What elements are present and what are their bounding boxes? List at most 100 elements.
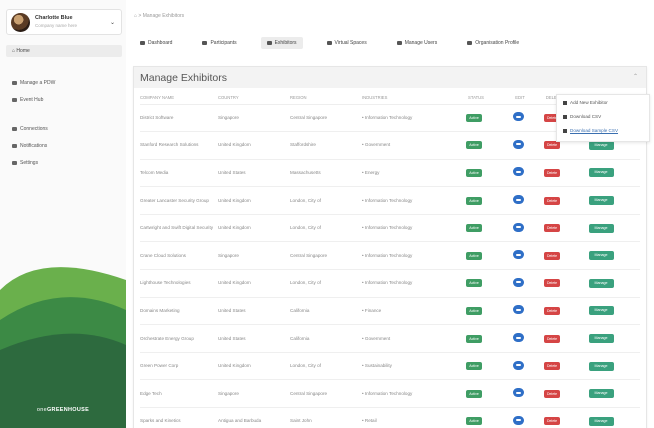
tab-manage-users[interactable]: Manage Users bbox=[391, 37, 444, 49]
status-cell: Active bbox=[454, 297, 498, 326]
delete-button[interactable]: Delete bbox=[544, 334, 560, 343]
edit-cell bbox=[498, 269, 542, 298]
delete-button[interactable]: Delete bbox=[544, 362, 560, 371]
status-badge[interactable]: Active bbox=[466, 389, 482, 398]
country-cell: United Kingdom bbox=[218, 214, 290, 243]
status-badge[interactable]: Active bbox=[466, 362, 482, 371]
country-cell: Antigua and Barbuda bbox=[218, 407, 290, 428]
status-badge[interactable]: Active bbox=[466, 334, 482, 343]
plus-icon bbox=[563, 100, 567, 105]
manage-button[interactable]: Manage bbox=[588, 416, 614, 426]
status-badge[interactable]: Active bbox=[466, 113, 482, 122]
edit-icon[interactable] bbox=[512, 250, 524, 260]
edit-icon[interactable] bbox=[512, 139, 524, 149]
delete-button[interactable]: Delete bbox=[544, 306, 560, 315]
manage-button[interactable]: Manage bbox=[588, 168, 614, 178]
delete-button[interactable]: Delete bbox=[544, 168, 560, 177]
manage-button[interactable]: Manage bbox=[588, 278, 614, 288]
status-badge[interactable]: Active bbox=[466, 306, 482, 315]
edit-icon[interactable] bbox=[512, 167, 524, 177]
delete-button[interactable]: Delete bbox=[544, 389, 560, 398]
chevron-down-icon[interactable]: ⌄ bbox=[110, 19, 115, 26]
manage-cell: Manage bbox=[566, 186, 640, 215]
download-csv-menu-item[interactable]: Download CSV bbox=[563, 114, 601, 119]
status-badge[interactable]: Active bbox=[466, 168, 482, 177]
sidebar-item-event-hub[interactable]: Event Hub bbox=[12, 97, 43, 103]
edit-icon[interactable] bbox=[512, 333, 524, 343]
sidebar-item-home[interactable]: ⌂ Home bbox=[6, 45, 122, 57]
delete-button[interactable]: Delete bbox=[544, 417, 560, 426]
dashboard-icon bbox=[140, 40, 145, 45]
chevron-up-icon[interactable]: ⌃ bbox=[633, 73, 638, 80]
edit-cell bbox=[498, 186, 542, 215]
tab-participants[interactable]: Participants bbox=[196, 37, 242, 49]
table-row: Domains Marketing United States California… bbox=[140, 297, 640, 326]
edit-icon[interactable] bbox=[512, 222, 524, 232]
edit-icon[interactable] bbox=[512, 388, 524, 398]
sidebar-item-label: Connections bbox=[20, 126, 48, 132]
delete-button[interactable]: Delete bbox=[544, 196, 560, 205]
manage-button[interactable]: Manage bbox=[588, 306, 614, 316]
tab-dashboard[interactable]: Dashboard bbox=[134, 37, 178, 49]
delete-cell: Delete bbox=[542, 241, 566, 271]
tab-exhibitors[interactable]: Exhibitors bbox=[260, 37, 303, 49]
delete-button[interactable]: Delete bbox=[544, 251, 560, 260]
table-row: Orchestrate Energy Group United States Cal… bbox=[140, 324, 640, 353]
users-icon bbox=[202, 40, 208, 45]
add-exhibitor-menu-item[interactable]: Add New Exhibitor bbox=[563, 100, 608, 105]
building-icon bbox=[467, 40, 473, 45]
status-badge[interactable]: Active bbox=[466, 417, 482, 426]
region-cell: Central Singapore bbox=[290, 379, 362, 409]
status-badge[interactable]: Active bbox=[466, 224, 482, 233]
status-badge[interactable]: Active bbox=[466, 279, 482, 288]
status-cell: Active bbox=[454, 159, 498, 188]
manage-button[interactable]: Manage bbox=[588, 196, 614, 206]
table-row: Crane Cloud Solutions Singapore Central Si… bbox=[140, 241, 640, 271]
column-header[interactable]: REGION bbox=[290, 92, 362, 105]
status-cell: Active bbox=[454, 352, 498, 381]
manage-cell: Manage bbox=[566, 159, 640, 188]
profile-card[interactable]: Charlotte Blue Company name here ⌄ bbox=[6, 9, 122, 35]
sidebar-item-notifications[interactable]: Notifications bbox=[12, 143, 47, 149]
store-icon bbox=[266, 40, 272, 45]
page-title: Manage Exhibitors bbox=[140, 72, 227, 84]
edit-icon[interactable] bbox=[512, 112, 524, 122]
status-badge[interactable]: Active bbox=[466, 251, 482, 260]
edit-icon[interactable] bbox=[512, 415, 524, 425]
column-header[interactable]: COMPANY NAME bbox=[140, 92, 218, 105]
manage-button[interactable]: Manage bbox=[588, 361, 614, 371]
sidebar-item-manage-pdw[interactable]: Manage a PDW bbox=[12, 80, 55, 86]
region-cell: London, City of bbox=[290, 186, 362, 215]
manage-button[interactable]: Manage bbox=[588, 389, 614, 399]
region-cell: California bbox=[290, 297, 362, 326]
industries-cell: • Information Technology bbox=[362, 241, 454, 271]
status-badge[interactable]: Active bbox=[466, 196, 482, 205]
delete-button[interactable]: Delete bbox=[544, 141, 560, 150]
delete-button[interactable]: Delete bbox=[544, 279, 560, 288]
column-header: STATUS bbox=[454, 92, 498, 105]
tab-virtual-spaces[interactable]: Virtual Spaces bbox=[321, 37, 373, 49]
column-header[interactable]: INDUSTRIES bbox=[362, 92, 454, 105]
country-cell: United States bbox=[218, 297, 290, 326]
sidebar-item-settings[interactable]: Settings bbox=[12, 160, 38, 166]
manage-cell: Manage bbox=[566, 352, 640, 381]
edit-icon[interactable] bbox=[512, 360, 524, 370]
column-header[interactable]: COUNTRY bbox=[218, 92, 290, 105]
edit-cell bbox=[498, 241, 542, 271]
edit-icon[interactable] bbox=[512, 277, 524, 287]
manage-button[interactable]: Manage bbox=[588, 140, 614, 150]
brand-logo: oneGREENHOUSE bbox=[36, 407, 90, 413]
manage-button[interactable]: Manage bbox=[588, 223, 614, 233]
download-sample-csv-menu-item[interactable]: Download Sample CSV bbox=[563, 128, 618, 133]
status-badge[interactable]: Active bbox=[466, 141, 482, 150]
sidebar-item-connections[interactable]: Connections bbox=[12, 126, 48, 132]
tab-organisation-profile[interactable]: Organisation Profile bbox=[461, 37, 525, 49]
edit-icon[interactable] bbox=[512, 305, 524, 315]
manage-button[interactable]: Manage bbox=[588, 251, 614, 261]
home-icon[interactable]: ⌂ bbox=[134, 13, 138, 19]
manage-button[interactable]: Manage bbox=[588, 334, 614, 344]
edit-icon[interactable] bbox=[512, 195, 524, 205]
delete-button[interactable]: Delete bbox=[544, 224, 560, 233]
sidebar-item-label: Notifications bbox=[20, 143, 48, 149]
sidebar-item-label: Settings bbox=[20, 160, 39, 166]
